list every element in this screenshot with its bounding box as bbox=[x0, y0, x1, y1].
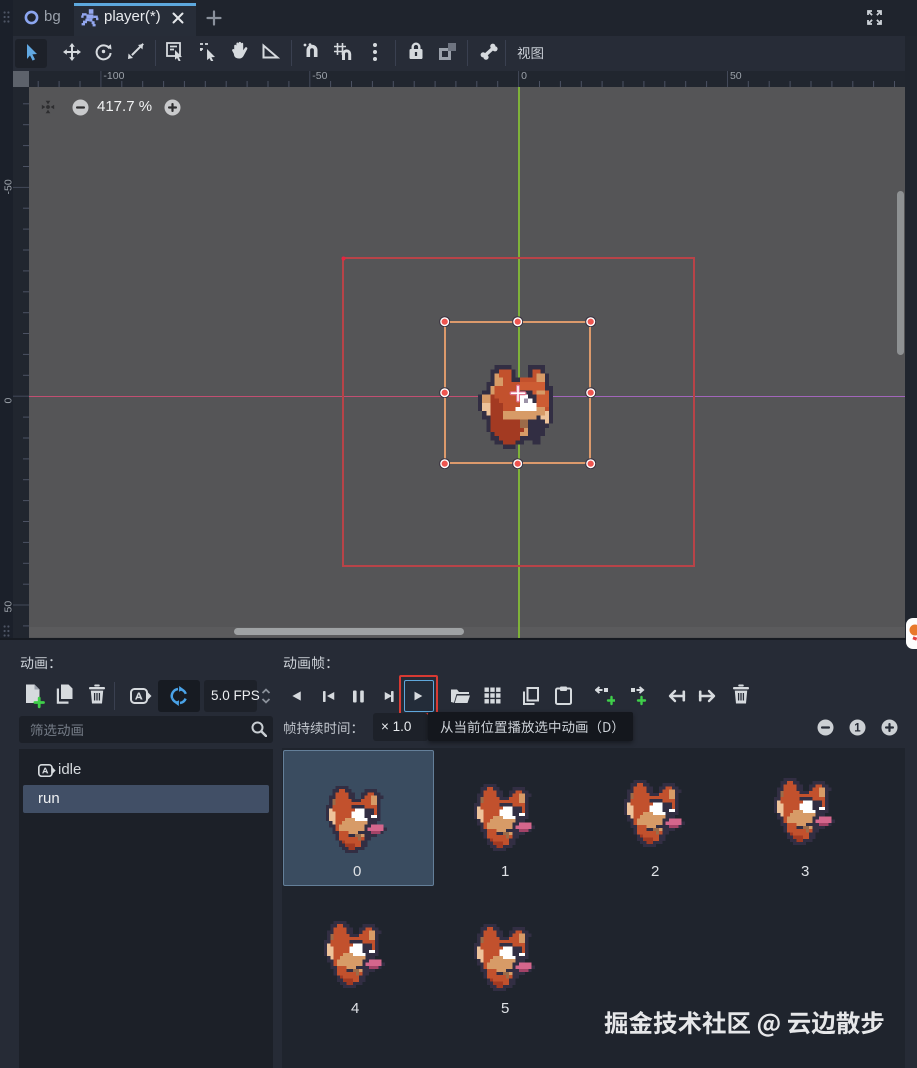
svg-text:1: 1 bbox=[854, 722, 861, 734]
